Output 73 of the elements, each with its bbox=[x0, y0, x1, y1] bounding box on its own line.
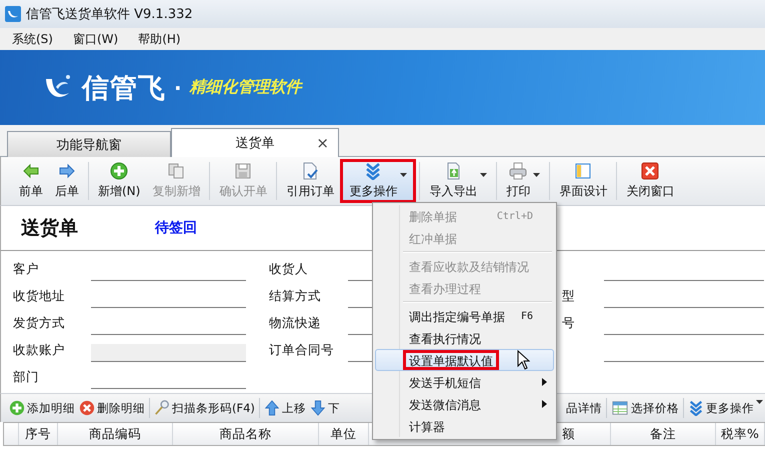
tab[interactable]: 功能导航窗 bbox=[7, 131, 171, 157]
down-arrow-icon bbox=[310, 400, 326, 416]
status-label: 待签回 bbox=[155, 219, 197, 237]
table-icon bbox=[611, 400, 629, 416]
caret-icon bbox=[400, 173, 408, 177]
field-label: 型 bbox=[561, 288, 576, 305]
app-logo-icon bbox=[5, 6, 21, 22]
delete-icon bbox=[79, 400, 95, 416]
column-header: 商品名称 bbox=[173, 423, 319, 445]
toolbar-button[interactable]: 选择价格 bbox=[609, 396, 681, 420]
field-label: 发货方式 bbox=[13, 315, 66, 332]
layout-icon bbox=[574, 162, 592, 180]
submenu-arrow-icon bbox=[542, 400, 547, 408]
field-label: 收货人 bbox=[269, 261, 309, 278]
menu-item[interactable]: 设置单据默认值 bbox=[375, 349, 554, 371]
field-label: 物流快递 bbox=[269, 315, 322, 332]
save-icon bbox=[234, 162, 252, 180]
toolbar-button[interactable]: 下 bbox=[308, 396, 342, 420]
toolbar-button[interactable]: 后单 bbox=[49, 159, 85, 203]
toolbar-button[interactable]: 关闭窗口 bbox=[620, 159, 680, 203]
menu-item[interactable]: 查看执行情况 bbox=[375, 327, 554, 349]
brand-separator: · bbox=[174, 76, 182, 100]
toolbar-button[interactable]: 品详情 bbox=[558, 396, 604, 420]
toolbar-button[interactable]: 删除明细 bbox=[77, 396, 147, 420]
brand-name: 信管飞 bbox=[82, 72, 166, 106]
menu-item[interactable]: 帮助(H) bbox=[136, 30, 183, 48]
brand-slogan: 精细化管理软件 bbox=[190, 77, 302, 98]
printer-icon bbox=[509, 162, 528, 180]
column-header: 商品编码 bbox=[58, 423, 173, 445]
toolbar-button[interactable]: 新增(N) bbox=[92, 159, 146, 203]
field-label: 部门 bbox=[13, 369, 40, 386]
menu-item[interactable]: 发送微信消息 bbox=[375, 393, 554, 415]
close-icon[interactable]: × bbox=[316, 134, 329, 152]
form-title: 送货单 bbox=[21, 216, 79, 241]
toolbar-button[interactable]: 添加明细 bbox=[7, 396, 77, 420]
up-arrow-icon bbox=[264, 400, 280, 416]
caret-icon bbox=[756, 400, 763, 404]
plus-icon bbox=[110, 162, 128, 180]
field-label: 收款账户 bbox=[13, 342, 66, 359]
document-check-icon bbox=[301, 162, 320, 180]
toolbar-button[interactable]: 前单 bbox=[13, 159, 49, 203]
toolbar-button[interactable]: 扫描条形码(F4) bbox=[152, 396, 257, 420]
copy-icon bbox=[167, 162, 186, 180]
tab[interactable]: 送货单 × bbox=[171, 128, 339, 157]
toolbar-button[interactable]: 更多操作 bbox=[340, 159, 416, 203]
caret-icon bbox=[533, 173, 540, 177]
close-icon bbox=[641, 162, 660, 180]
menu-item[interactable]: 窗口(W) bbox=[70, 30, 120, 48]
column-header: 税率% bbox=[716, 423, 765, 445]
menu-item[interactable]: 系统(S) bbox=[10, 30, 55, 48]
toolbar-button[interactable]: 引用订单 bbox=[280, 159, 340, 203]
plus-icon bbox=[9, 400, 25, 416]
field-label: 号 bbox=[561, 315, 576, 332]
caret-icon bbox=[480, 173, 488, 177]
menu-item[interactable]: 发送手机短信 bbox=[375, 371, 554, 393]
toolbar-button[interactable]: 界面设计 bbox=[553, 159, 614, 203]
window-title: 信管飞送货单软件 V9.1.332 bbox=[26, 6, 193, 23]
column-header: 序号 bbox=[19, 423, 58, 445]
column-header: 单位 bbox=[319, 423, 369, 445]
menu-item[interactable]: 调出指定编号单据 F6 bbox=[375, 305, 554, 327]
submenu-arrow-icon bbox=[542, 378, 547, 386]
double-chevron-icon bbox=[364, 162, 382, 180]
field-label: 订单合同号 bbox=[269, 342, 335, 359]
mouse-cursor-icon bbox=[517, 350, 530, 370]
double-chevron-icon bbox=[688, 400, 704, 416]
toolbar-button[interactable]: 上移 bbox=[262, 396, 308, 420]
field-label: 客户 bbox=[13, 261, 40, 278]
field-label: 收货地址 bbox=[13, 288, 66, 305]
left-arrow-icon bbox=[22, 162, 40, 180]
column-header: 备注 bbox=[611, 423, 716, 445]
field-label: 结算方式 bbox=[269, 288, 322, 305]
right-arrow-icon bbox=[58, 162, 76, 180]
toolbar-button[interactable]: 更多操作 bbox=[686, 396, 756, 420]
